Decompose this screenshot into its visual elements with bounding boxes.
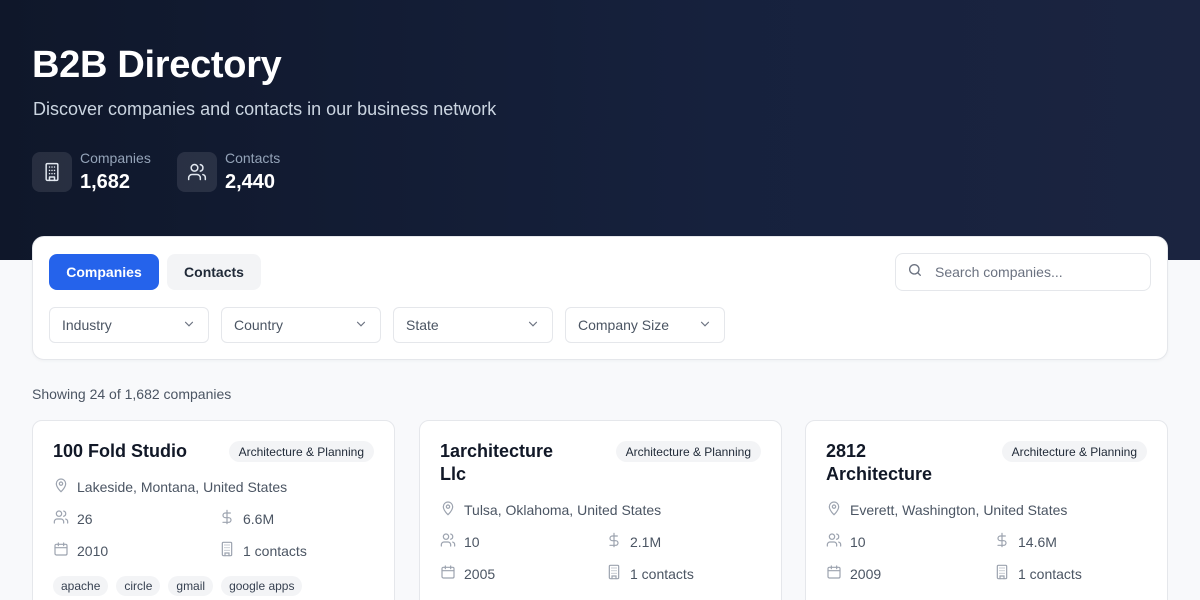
founded-text: 2010 [77,542,109,559]
filter-panel: Companies Contacts Industry Country Stat… [32,236,1168,360]
company-name-line: Architecture [826,464,933,484]
page-title: B2B Directory [32,44,282,86]
company-name-line: Llc [440,464,467,484]
map-pin-icon [53,477,77,496]
chevron-down-icon [526,317,540,334]
company-contacts: 1 contacts [606,564,694,583]
stat-companies: Companies 1,682 [32,150,151,193]
country-select[interactable]: Country [221,307,381,343]
users-icon [826,532,850,551]
company-employees: 10 [440,532,480,551]
company-location: Lakeside, Montana, United States [53,477,287,496]
stat-value: 1,682 [80,171,131,193]
founded-text: 2009 [850,565,882,582]
contacts-text: 1 contacts [1018,565,1082,582]
location-text: Tulsa, Oklahoma, United States [464,501,662,518]
search-box[interactable] [895,253,1151,291]
company-founded: 2005 [440,564,495,583]
dollar-icon [219,509,243,528]
tech-tags: apache circle gmail google apps [53,576,303,596]
revenue-text: 2.1M [630,533,662,550]
contacts-text: 1 contacts [630,565,694,582]
building-icon [219,541,243,560]
stat-label: Contacts [225,150,281,166]
search-icon [907,262,923,283]
select-label: Country [234,317,284,333]
stat-contacts: Contacts 2,440 [177,150,281,193]
company-location: Everett, Washington, United States [826,500,1067,519]
industry-badge: Architecture & Planning [228,441,374,462]
users-icon [53,509,77,528]
building-icon [606,564,630,583]
tech-tag: circle [116,576,161,596]
company-founded: 2010 [53,541,108,560]
stat-label: Companies [80,150,151,166]
company-revenue: 14.6M [994,532,1057,551]
employees-text: 26 [77,510,93,527]
company-contacts: 1 contacts [219,541,307,560]
industry-select[interactable]: Industry [49,307,209,343]
results-summary: Showing 24 of 1,682 companies [32,386,232,402]
state-select[interactable]: State [393,307,553,343]
contacts-text: 1 contacts [243,542,307,559]
dollar-icon [606,532,630,551]
tab-contacts[interactable]: Contacts [167,254,261,290]
company-name-line: 2812 [826,441,867,461]
chevron-down-icon [354,317,368,334]
company-employees: 10 [826,532,866,551]
employees-text: 10 [850,533,866,550]
hero-banner: B2B Directory Discover companies and con… [0,0,1200,260]
select-label: Company Size [578,317,670,333]
tab-companies[interactable]: Companies [49,254,159,290]
users-icon [177,152,217,192]
calendar-icon [440,564,464,583]
company-revenue: 6.6M [219,509,274,528]
company-card[interactable]: 2812 Architecture Architecture & Plannin… [805,420,1168,600]
page-subtitle: Discover companies and contacts in our b… [33,99,497,119]
company-contacts: 1 contacts [994,564,1082,583]
company-name: 1architecture Llc [440,440,553,486]
tech-tag: apache [53,576,109,596]
company-name-line: 1architecture [440,441,554,461]
tech-tag: gmail [168,576,214,596]
location-text: Lakeside, Montana, United States [77,478,288,495]
users-icon [440,532,464,551]
company-employees: 26 [53,509,93,528]
chevron-down-icon [698,317,712,334]
select-label: Industry [62,317,112,333]
company-name: 100 Fold Studio [53,441,188,461]
company-size-select[interactable]: Company Size [565,307,725,343]
location-text: Everett, Washington, United States [850,501,1068,518]
company-card[interactable]: 1architecture Llc Architecture & Plannin… [419,420,782,600]
stat-value: 2,440 [225,171,276,193]
calendar-icon [53,541,77,560]
industry-badge: Architecture & Planning [615,441,761,462]
company-revenue: 2.1M [606,532,661,551]
calendar-icon [826,564,850,583]
company-location: Tulsa, Oklahoma, United States [440,500,661,519]
revenue-text: 6.6M [243,510,275,527]
company-card[interactable]: 100 Fold Studio Architecture & Planning … [32,420,395,600]
map-pin-icon [440,500,464,519]
tech-tag: google apps [221,576,303,596]
company-founded: 2009 [826,564,881,583]
dollar-icon [994,532,1018,551]
building-icon [994,564,1018,583]
industry-badge: Architecture & Planning [1001,441,1147,462]
search-input[interactable] [935,264,1135,280]
revenue-text: 14.6M [1018,533,1057,550]
founded-text: 2005 [464,565,496,582]
building-icon [32,152,72,192]
employees-text: 10 [464,533,480,550]
map-pin-icon [826,500,850,519]
select-label: State [406,317,439,333]
company-name: 2812 Architecture [826,440,932,486]
chevron-down-icon [182,317,196,334]
